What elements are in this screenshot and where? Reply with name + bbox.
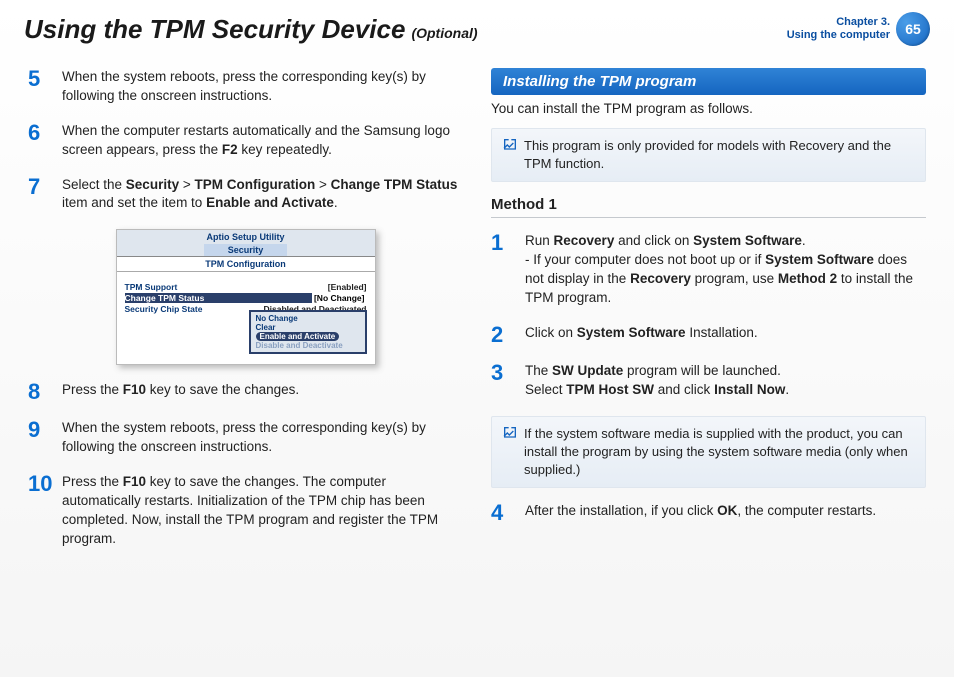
title-group: Using the TPM Security Device (Optional) <box>24 14 478 45</box>
step-8: 8 Press the F10 key to save the changes. <box>28 381 463 403</box>
method1-step-3: 3 The SW Update program will be launched… <box>491 362 926 400</box>
step-number: 9 <box>28 419 54 457</box>
bios-screenshot: Aptio Setup Utility Security TPM Configu… <box>116 229 376 365</box>
page-title-optional: (Optional) <box>411 25 477 41</box>
bios-title: Aptio Setup Utility <box>117 230 375 244</box>
step-body: Run Recovery and click on System Softwar… <box>525 232 926 308</box>
step-body: When the system reboots, press the corre… <box>62 419 463 457</box>
left-column: 5 When the system reboots, press the cor… <box>28 68 463 565</box>
step-number: 10 <box>28 473 54 549</box>
chapter-line1: Chapter 3. <box>787 16 890 29</box>
bios-row-selected: Change TPM Status [No Change] <box>125 293 367 303</box>
divider <box>491 217 926 218</box>
chapter-group: Chapter 3. Using the computer 65 <box>787 12 930 46</box>
step-10: 10 Press the F10 key to save the changes… <box>28 473 463 549</box>
step-6: 6 When the computer restarts automatical… <box>28 122 463 160</box>
note-box: This program is only provided for models… <box>491 128 926 182</box>
step-number: 1 <box>491 232 517 308</box>
step-body: Select the Security > TPM Configuration … <box>62 176 463 214</box>
step-body: Press the F10 key to save the changes. T… <box>62 473 463 549</box>
step-number: 7 <box>28 176 54 214</box>
note-box: If the system software media is supplied… <box>491 416 926 489</box>
page-title: Using the TPM Security Device <box>24 14 405 45</box>
step-number: 3 <box>491 362 517 400</box>
note-text: This program is only provided for models… <box>524 137 915 173</box>
step-number: 8 <box>28 381 54 403</box>
method1-step-2: 2 Click on System Software Installation. <box>491 324 926 346</box>
step-number: 4 <box>491 502 517 524</box>
chapter-line2: Using the computer <box>787 29 890 42</box>
step-number: 5 <box>28 68 54 106</box>
step-number: 6 <box>28 122 54 160</box>
bios-body: TPM Support [Enabled] Change TPM Status … <box>117 272 375 364</box>
note-icon <box>502 137 518 153</box>
right-column: Installing the TPM program You can insta… <box>491 68 926 565</box>
method-heading: Method 1 <box>491 196 926 213</box>
step-body: Press the F10 key to save the changes. <box>62 381 463 403</box>
bios-tab-security: Security <box>204 244 288 256</box>
step-5: 5 When the system reboots, press the cor… <box>28 68 463 106</box>
bios-subheader: TPM Configuration <box>117 257 375 272</box>
page-number-badge: 65 <box>896 12 930 46</box>
step-body: When the system reboots, press the corre… <box>62 68 463 106</box>
note-icon <box>502 425 518 441</box>
method1-step-1: 1 Run Recovery and click on System Softw… <box>491 232 926 308</box>
page-header: Using the TPM Security Device (Optional)… <box>0 0 954 54</box>
note-text: If the system software media is supplied… <box>524 425 915 480</box>
step-body: After the installation, if you click OK,… <box>525 502 926 524</box>
step-9: 9 When the system reboots, press the cor… <box>28 419 463 457</box>
step-body: The SW Update program will be launched. … <box>525 362 926 400</box>
chapter-label: Chapter 3. Using the computer <box>787 16 896 42</box>
bios-tab-row: Security <box>117 244 375 257</box>
bios-popup: No Change Clear Enable and Activate Disa… <box>249 310 367 354</box>
section-heading: Installing the TPM program <box>491 68 926 95</box>
section-intro: You can install the TPM program as follo… <box>491 101 926 116</box>
step-body: Click on System Software Installation. <box>525 324 926 346</box>
step-7: 7 Select the Security > TPM Configuratio… <box>28 176 463 214</box>
step-number: 2 <box>491 324 517 346</box>
method1-step-4: 4 After the installation, if you click O… <box>491 502 926 524</box>
step-body: When the computer restarts automatically… <box>62 122 463 160</box>
bios-row: TPM Support [Enabled] <box>125 282 367 292</box>
